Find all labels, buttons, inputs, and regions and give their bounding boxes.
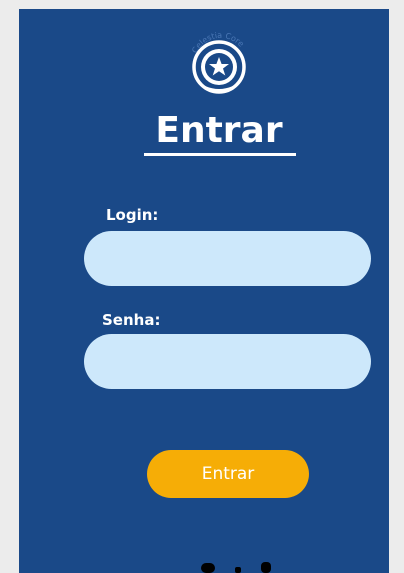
logo: Celestia Core xyxy=(183,29,255,101)
cropped-bottom-glyphs xyxy=(201,562,271,573)
senha-label: Senha: xyxy=(102,311,161,329)
login-label: Login: xyxy=(106,206,159,224)
entrar-button[interactable]: Entrar xyxy=(147,450,309,498)
login-panel: Celestia Core Entrar Login: Senha: Entra… xyxy=(19,9,389,573)
senha-input[interactable] xyxy=(84,334,371,389)
title-underline xyxy=(144,153,296,156)
login-input[interactable] xyxy=(84,231,371,286)
star-badge-icon: Celestia Core xyxy=(190,31,246,94)
page-title: Entrar xyxy=(155,110,283,151)
